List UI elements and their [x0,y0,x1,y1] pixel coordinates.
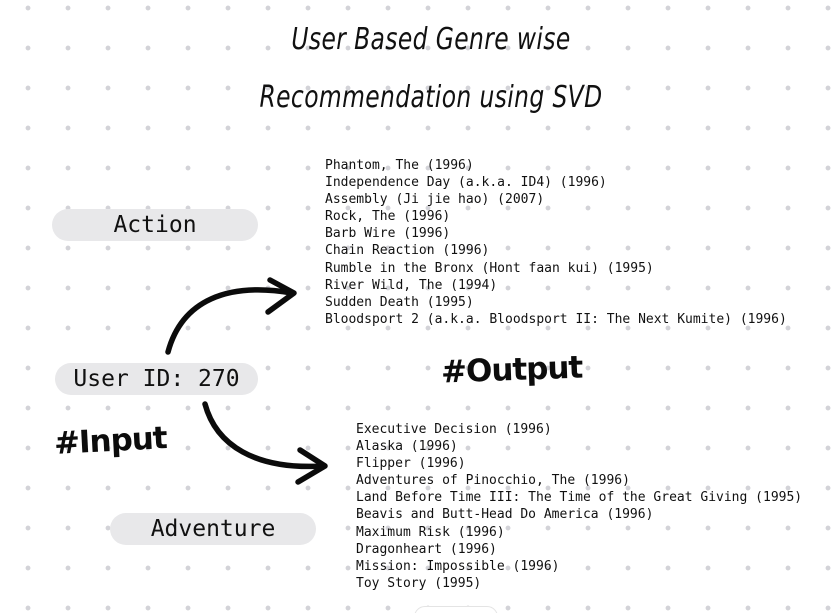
curved-arrow-icon [165,277,297,355]
curved-arrow-icon [202,401,328,485]
diagram-canvas: User Based Genre wise Recommendation usi… [0,0,838,613]
bottom-shape [414,606,498,613]
arrows-layer [165,277,328,485]
